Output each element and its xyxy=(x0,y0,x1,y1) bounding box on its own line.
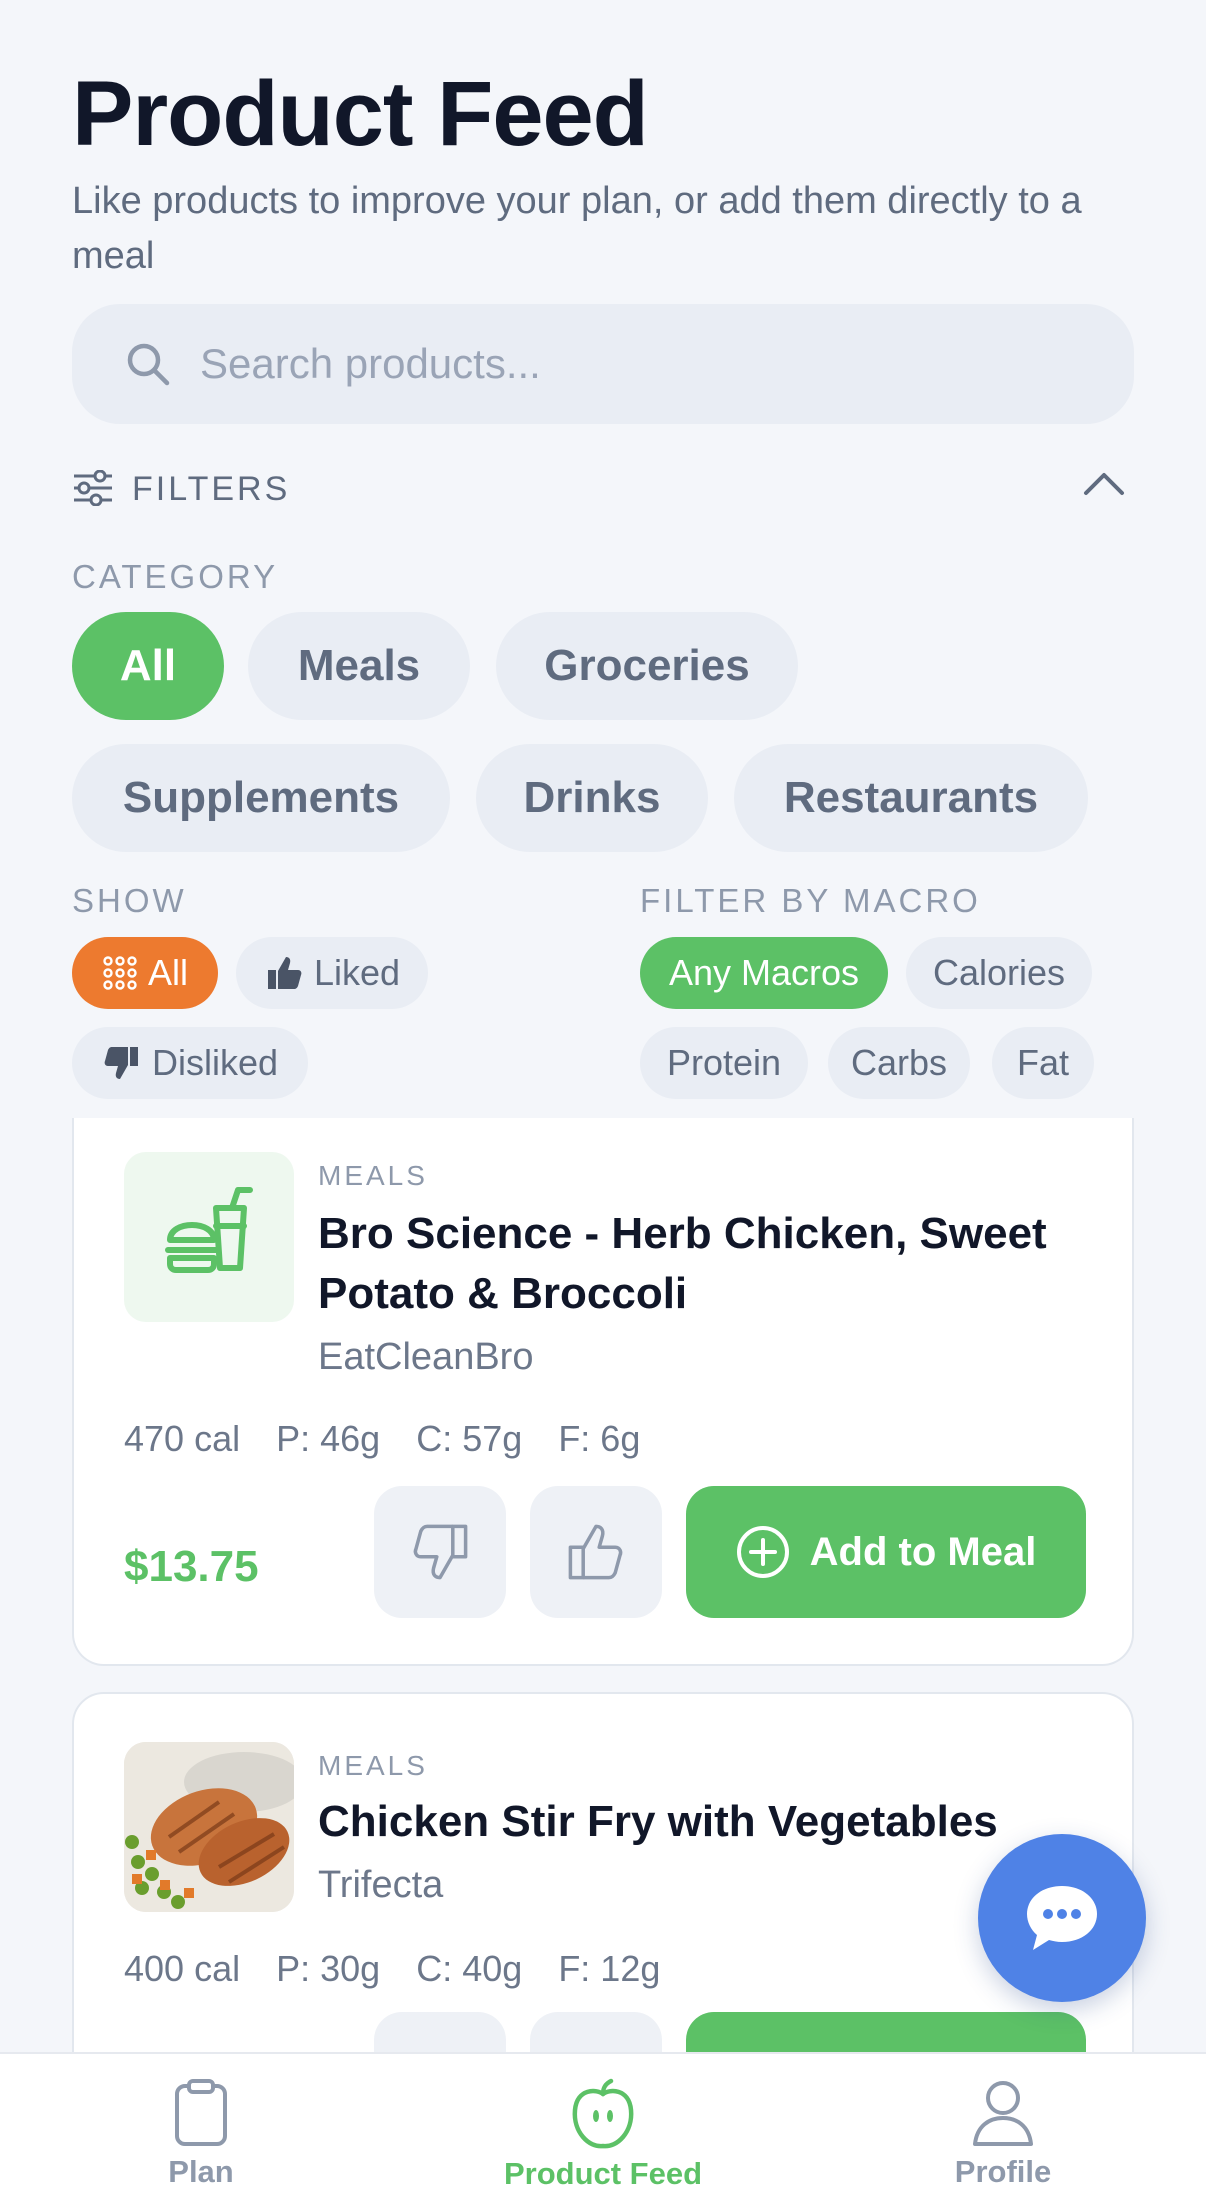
fat-value: F: 6g xyxy=(558,1418,641,1459)
tab-profile-label: Profile xyxy=(954,2154,1052,2189)
fat-value: F: 12g xyxy=(558,1948,661,1989)
add-to-meal-label: Add to Meal xyxy=(809,1529,1037,1574)
clipboard-icon xyxy=(175,2079,227,2146)
tab-plan[interactable]: Plan xyxy=(121,2054,281,2198)
carbs-value: C: 40g xyxy=(416,1948,523,1989)
product-category: MEALS xyxy=(318,1750,428,1781)
thumbs-down-icon xyxy=(104,1047,138,1079)
page-title: Product Feed xyxy=(72,63,649,165)
thumbs-up-icon xyxy=(568,1524,623,1580)
calories-value: 400 cal xyxy=(124,1948,241,1989)
category-chip-groceries[interactable]: Groceries xyxy=(496,612,798,720)
search-icon xyxy=(127,343,170,386)
protein-value: P: 46g xyxy=(276,1418,381,1459)
product-title: Chicken Stir Fry with Vegetables xyxy=(318,1797,998,1846)
product-macros: 470 cal P: 46g C: 57g F: 6g xyxy=(124,1418,666,1460)
product-card[interactable]: MEALS Bro Science - Herb Chicken, Sweet … xyxy=(72,1118,1134,1666)
fast-food-icon xyxy=(165,1187,253,1273)
thumbs-down-icon xyxy=(413,1524,468,1580)
dislike-button[interactable] xyxy=(374,1486,506,1618)
tab-product-feed[interactable]: Product Feed xyxy=(483,2054,723,2198)
calories-value: 470 cal xyxy=(124,1418,241,1459)
bottom-tab-bar: Plan Product Feed Profile xyxy=(0,2052,1206,2198)
chat-bubble-icon xyxy=(1027,1886,1097,1950)
product-thumbnail xyxy=(124,1152,294,1322)
macro-filter-label: FILTER BY MACRO xyxy=(640,882,981,919)
macro-pill-calories[interactable]: Calories xyxy=(906,937,1092,1009)
tab-product-feed-label: Product Feed xyxy=(503,2156,703,2191)
grid-icon xyxy=(103,956,137,990)
category-chip-restaurants[interactable]: Restaurants xyxy=(734,744,1088,852)
like-button[interactable] xyxy=(530,1486,662,1618)
filters-toggle[interactable]: FILTERS xyxy=(72,462,1134,514)
product-feed-screen: Product Feed Like products to improve yo… xyxy=(0,0,1206,2198)
product-photo xyxy=(124,1742,294,1912)
product-macros: 400 cal P: 30g C: 40g F: 12g xyxy=(124,1948,686,1990)
macro-pill-protein[interactable]: Protein xyxy=(640,1027,808,1099)
add-to-meal-button[interactable]: Add to Meal xyxy=(686,1486,1086,1618)
sliders-icon xyxy=(74,470,112,506)
chat-button[interactable] xyxy=(978,1834,1146,2002)
product-brand: Trifecta xyxy=(318,1864,444,1906)
person-icon xyxy=(973,2081,1033,2146)
category-chip-meals[interactable]: Meals xyxy=(248,612,470,720)
macro-pill-carbs[interactable]: Carbs xyxy=(828,1027,970,1099)
filters-label: FILTERS xyxy=(132,470,291,508)
show-liked-label: Liked xyxy=(313,952,401,993)
food-photo xyxy=(124,1742,294,1912)
chevron-up-icon[interactable] xyxy=(1082,468,1126,498)
tab-profile[interactable]: Profile xyxy=(923,2054,1083,2198)
page-subtitle: Like products to improve your plan, or a… xyxy=(72,180,1082,277)
category-label: CATEGORY xyxy=(72,558,279,595)
product-brand: EatCleanBro xyxy=(318,1336,534,1378)
show-disliked-pill[interactable]: Disliked xyxy=(72,1027,308,1099)
show-label: SHOW xyxy=(72,882,187,919)
product-price: $13.75 xyxy=(124,1542,259,1591)
search-input[interactable]: Search products... xyxy=(72,304,1134,424)
show-liked-pill[interactable]: Liked xyxy=(236,937,428,1009)
carbs-value: C: 57g xyxy=(416,1418,523,1459)
category-chip-drinks[interactable]: Drinks xyxy=(476,744,708,852)
thumbs-up-icon xyxy=(267,957,302,989)
macro-pill-fat[interactable]: Fat xyxy=(992,1027,1094,1099)
search-placeholder: Search products... xyxy=(200,340,541,387)
apple-icon xyxy=(572,2078,634,2149)
category-chip-supplements[interactable]: Supplements xyxy=(72,744,450,852)
plus-circle-icon xyxy=(736,1526,789,1578)
category-chip-all[interactable]: All xyxy=(72,612,224,720)
product-category: MEALS xyxy=(318,1160,428,1191)
show-all-label: All xyxy=(147,952,188,993)
protein-value: P: 30g xyxy=(276,1948,381,1989)
show-all-pill[interactable]: All xyxy=(72,937,218,1009)
macro-pill-any[interactable]: Any Macros xyxy=(640,937,888,1009)
show-disliked-label: Disliked xyxy=(151,1042,279,1083)
product-title: Bro Science - Herb Chicken, Sweet Potato… xyxy=(318,1209,1047,1318)
tab-plan-label: Plan xyxy=(168,2154,234,2189)
